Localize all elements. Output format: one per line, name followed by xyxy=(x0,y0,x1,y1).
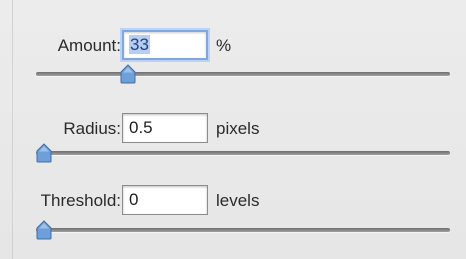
amount-slider[interactable] xyxy=(36,64,450,86)
radius-value: 0.5 xyxy=(129,118,153,137)
radius-slider[interactable] xyxy=(36,143,450,165)
amount-value: 33 xyxy=(129,35,150,54)
threshold-input[interactable]: 0 xyxy=(122,185,208,215)
amount-input[interactable]: 33 xyxy=(122,30,208,60)
threshold-value: 0 xyxy=(129,190,139,209)
radius-input[interactable]: 0.5 xyxy=(122,113,208,143)
radius-label: Radius: xyxy=(63,119,121,138)
threshold-slider-track xyxy=(36,228,450,232)
threshold-slider[interactable] xyxy=(36,220,450,242)
threshold-label: Threshold: xyxy=(40,191,121,210)
threshold-slider-thumb[interactable] xyxy=(36,220,52,240)
panel-divider xyxy=(12,0,13,259)
amount-slider-thumb[interactable] xyxy=(120,64,136,84)
radius-unit-label: pixels xyxy=(216,119,260,138)
amount-label: Amount: xyxy=(57,36,121,55)
sharpen-settings-panel: Amount: 33 % Radius: 0.5 pixels Threshol… xyxy=(0,0,466,259)
radius-slider-thumb[interactable] xyxy=(36,143,52,163)
threshold-unit-label: levels xyxy=(216,191,260,210)
radius-slider-track xyxy=(36,151,450,155)
amount-slider-track xyxy=(36,72,450,76)
amount-unit-label: % xyxy=(216,36,232,55)
